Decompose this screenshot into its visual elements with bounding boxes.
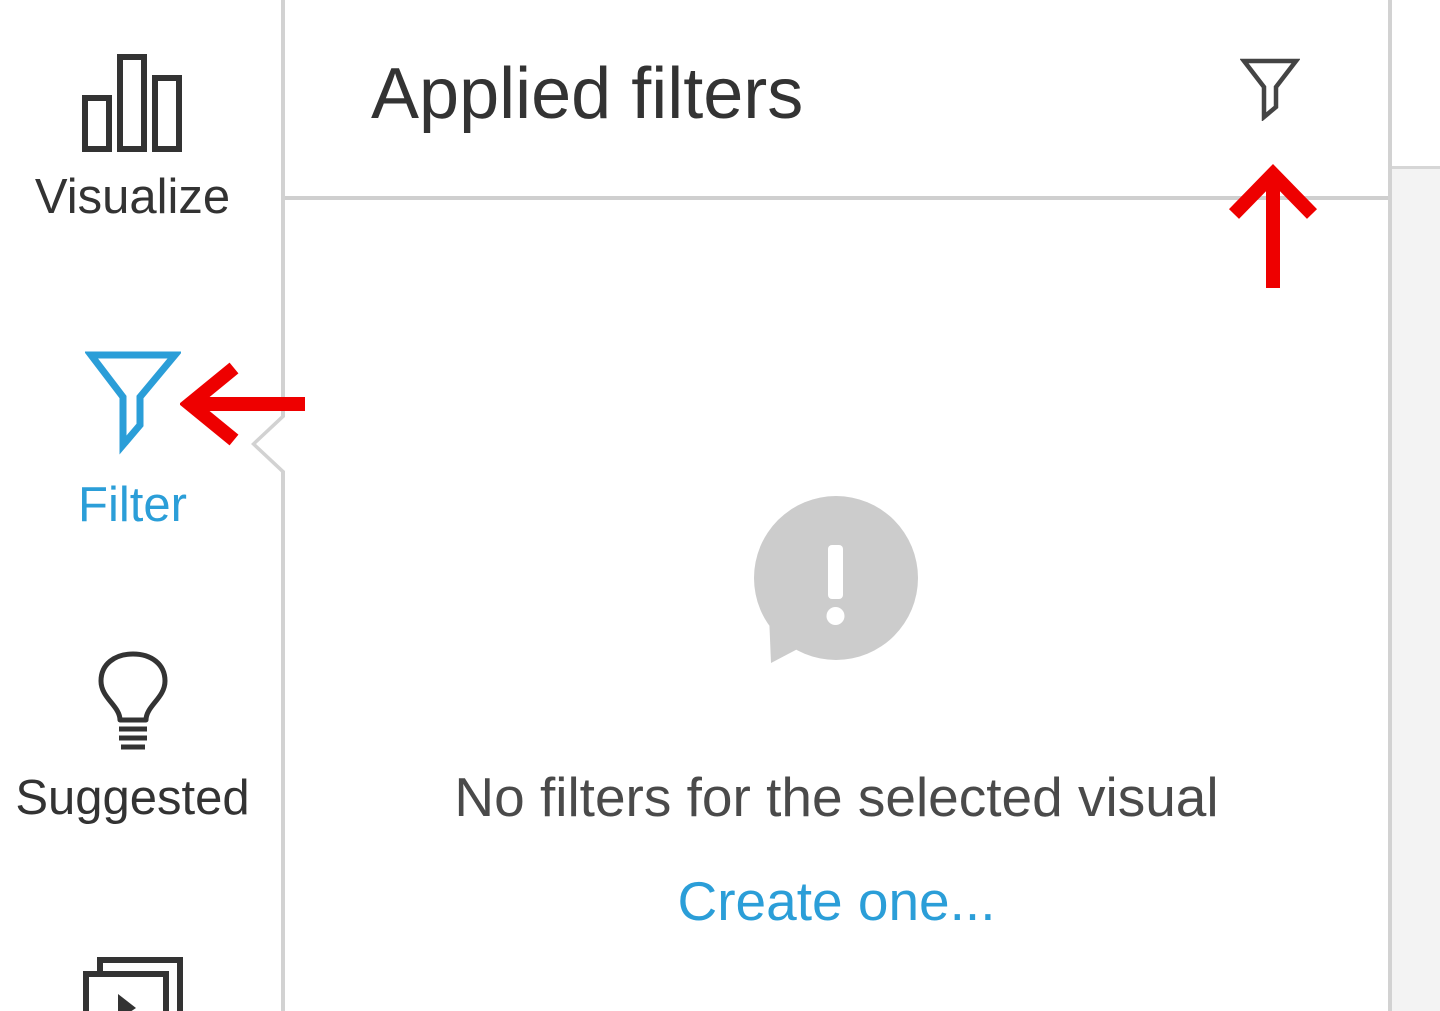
lightbulb-icon	[98, 651, 167, 750]
right-panel-edge-body	[1392, 166, 1440, 1011]
rail-item-format[interactable]	[0, 950, 265, 1011]
annotation-arrow-left	[180, 362, 305, 446]
annotation-arrow-up	[1228, 163, 1318, 288]
rail-item-label: Suggested	[15, 771, 250, 825]
filter-icon	[84, 351, 181, 455]
filter-icon	[1239, 58, 1301, 122]
format-pages-icon	[82, 957, 183, 1011]
header-filter-button[interactable]	[1239, 55, 1301, 122]
pane-title: Applied filters	[371, 54, 804, 134]
bar-chart-icon	[81, 54, 182, 152]
empty-state: No filters for the selected visual Creat…	[285, 200, 1388, 1011]
filters-pane: Applied filters No filters for the selec…	[285, 0, 1388, 1011]
alert-bubble-icon	[754, 496, 918, 663]
create-filter-link[interactable]: Create one...	[285, 874, 1388, 929]
left-rail: Visualize Filter Suggested	[0, 0, 283, 1011]
rail-item-label: Filter	[78, 478, 187, 532]
pane-header: Applied filters	[285, 0, 1388, 200]
filters-pane-screenshot: Visualize Filter Suggested Applied filte…	[0, 0, 1440, 1011]
rail-item-suggested[interactable]: Suggested	[0, 650, 265, 823]
rail-item-label: Visualize	[34, 170, 231, 224]
empty-state-message: No filters for the selected visual	[454, 766, 1219, 828]
rail-item-visualize[interactable]: Visualize	[0, 45, 265, 222]
